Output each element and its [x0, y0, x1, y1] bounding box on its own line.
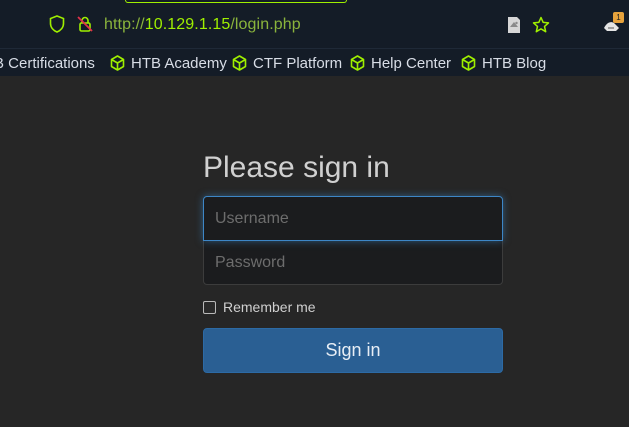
bookmark-star-icon[interactable] — [531, 15, 551, 35]
insecure-lock-icon[interactable] — [76, 15, 94, 33]
bookmark-label: B Certifications — [0, 54, 95, 72]
remember-me-label: Remember me — [223, 299, 316, 315]
page-title: Please sign in — [203, 151, 390, 184]
bookmark-label: HTB Blog — [482, 54, 547, 72]
shield-icon[interactable] — [48, 15, 66, 33]
bookmark-label: Help Center — [371, 54, 452, 72]
url-host: 10.129.1.15 — [144, 16, 231, 33]
sign-in-button[interactable]: Sign in — [203, 328, 503, 373]
cube-icon — [232, 55, 247, 71]
bookmark-label: HTB Academy — [131, 54, 227, 72]
address-field[interactable]: http://10.129.1.15/login.php — [104, 16, 301, 34]
notification-badge: 1 — [613, 12, 624, 23]
bookmark-ctf-platform[interactable]: CTF Platform — [232, 53, 342, 73]
remember-me[interactable]: Remember me — [203, 298, 503, 316]
password-input[interactable] — [203, 240, 503, 285]
bookmark-htb-blog[interactable]: HTB Blog — [461, 53, 546, 73]
url-path: /login.php — [230, 16, 301, 33]
url-prefix: http:// — [104, 16, 145, 33]
cube-icon — [110, 55, 125, 71]
remember-me-checkbox[interactable] — [203, 300, 216, 314]
url-bar: http://10.129.1.15/login.php 1 — [0, 0, 629, 48]
username-input[interactable] — [203, 196, 503, 241]
bookmarks-bar: B Certifications HTB Academy CTF Platfor… — [0, 48, 629, 76]
bookmark-help-center[interactable]: Help Center — [350, 53, 451, 73]
bookmark-htb-academy[interactable]: HTB Academy — [110, 53, 227, 73]
bookmark-certifications[interactable]: B Certifications — [0, 53, 95, 73]
cube-icon — [461, 55, 476, 71]
active-tab-indicator — [125, 0, 347, 3]
reader-view-icon[interactable] — [504, 15, 524, 35]
cube-icon — [350, 55, 365, 71]
login-form: Please sign in Remember me Sign in — [203, 150, 503, 373]
bookmark-label: CTF Platform — [253, 54, 343, 72]
